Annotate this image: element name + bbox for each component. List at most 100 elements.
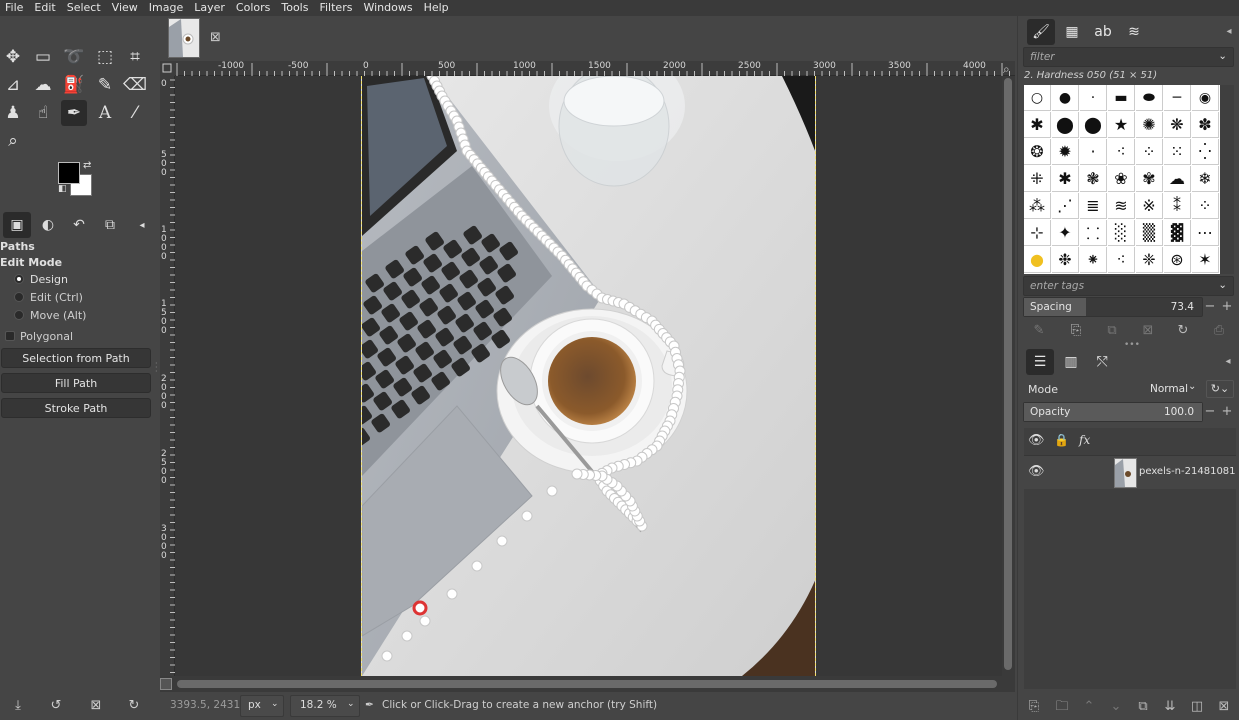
reset-options-icon[interactable]: ↻ xyxy=(124,698,144,716)
eraser-tool-icon[interactable]: ⌫ xyxy=(122,72,148,98)
brush-thumbnail[interactable]: ⁘ xyxy=(1136,139,1163,165)
brush-thumbnail[interactable]: ⁘ xyxy=(1192,193,1219,219)
smudge-tool-icon[interactable]: ☝ xyxy=(30,100,56,126)
brush-thumbnail[interactable]: ▬ xyxy=(1108,85,1135,111)
brush-thumbnail[interactable]: ☁ xyxy=(1164,166,1191,192)
spacing-increase-icon[interactable]: + xyxy=(1220,299,1234,315)
stroke-path-button[interactable]: Stroke Path xyxy=(1,398,151,418)
zoom-tool-icon[interactable]: ⌕ xyxy=(0,128,26,154)
visibility-header-icon[interactable]: 👁 xyxy=(1028,433,1045,448)
device-status-tab-icon[interactable]: ◐ xyxy=(34,212,62,238)
reset-colors-icon[interactable]: ◧ xyxy=(58,184,67,194)
rect-select-tool-icon[interactable]: ▭ xyxy=(30,44,56,70)
image-tab-thumbnail[interactable] xyxy=(168,18,200,58)
menu-select[interactable]: Select xyxy=(62,0,107,16)
brush-thumbnail[interactable]: ◉ xyxy=(1192,85,1219,111)
brush-thumbnail[interactable]: ❂ xyxy=(1024,139,1051,165)
brush-thumbnail[interactable]: ⁜ xyxy=(1024,166,1051,192)
brush-grid[interactable]: ○ ● · ▬ ⬬ ─ ◉ ✱ ⬤ ⬤ ★ ✺ ❋ ✽ ❂ ✹ · ⁖ ⁘ ⁙ ⁛ ⁜ ✱ ❃ ❀ ✾ ☁ ❄ ⁂ ⋰ ≣ ≋ ※ ⁑ ⁘ ⊹ ✦ ⸬ ░ ▒… xyxy=(1024,85,1220,274)
brush-thumbnail[interactable]: ✱ xyxy=(1052,166,1079,192)
brush-thumbnail[interactable]: ❉ xyxy=(1052,247,1079,273)
brush-thumbnail[interactable]: ⸬ xyxy=(1080,220,1107,246)
bucket-fill-tool-icon[interactable]: ⛽ xyxy=(61,72,87,98)
brush-thumbnail[interactable]: ✺ xyxy=(1136,112,1163,138)
brush-filter-input[interactable]: filter ⌄ xyxy=(1023,47,1234,67)
brushes-tab-icon[interactable]: 🖌 xyxy=(1027,19,1055,45)
brush-thumbnail[interactable]: ▓ xyxy=(1164,220,1191,246)
brush-thumbnail[interactable]: ※ xyxy=(1136,193,1163,219)
menu-file[interactable]: File xyxy=(0,0,29,16)
new-layer-icon[interactable]: ⎘ xyxy=(1024,697,1044,717)
transform-tool-icon[interactable]: ⊿ xyxy=(0,72,26,98)
brush-thumbnail[interactable]: ● xyxy=(1052,85,1079,111)
brush-thumbnail[interactable]: ⁑ xyxy=(1164,193,1191,219)
brush-thumbnail[interactable]: ⊛ xyxy=(1164,247,1191,273)
open-brush-as-image-icon[interactable]: ⎙ xyxy=(1209,321,1229,341)
spacing-decrease-icon[interactable]: − xyxy=(1203,299,1217,315)
brush-thumbnail[interactable]: ✽ xyxy=(1192,112,1219,138)
swap-colors-icon[interactable]: ⇄ xyxy=(83,160,91,171)
brush-thumbnail[interactable]: ✶ xyxy=(1192,247,1219,273)
menu-tools[interactable]: Tools xyxy=(276,0,314,16)
foreground-color-swatch[interactable] xyxy=(58,162,80,184)
channels-tab-icon[interactable]: ▥ xyxy=(1057,349,1085,375)
save-options-icon[interactable]: ⤓ xyxy=(8,698,28,716)
brush-thumbnail[interactable]: ⬤ xyxy=(1052,112,1079,138)
layer-mask-icon[interactable]: ◫ xyxy=(1187,697,1207,717)
delete-options-icon[interactable]: ⊠ xyxy=(86,698,106,716)
delete-layer-icon[interactable]: ⊠ xyxy=(1214,697,1234,717)
brush-thumbnail[interactable]: · xyxy=(1080,85,1107,111)
brush-thumbnail[interactable]: ⁂ xyxy=(1024,193,1051,219)
duplicate-brush-icon[interactable]: ⧉ xyxy=(1102,321,1122,341)
brush-thumbnail[interactable]: ≋ xyxy=(1108,193,1135,219)
images-tab-icon[interactable]: ⧉ xyxy=(96,212,124,238)
warp-tool-icon[interactable]: ☁ xyxy=(30,72,56,98)
clone-tool-icon[interactable]: ♟ xyxy=(0,100,26,126)
menu-image[interactable]: Image xyxy=(144,0,189,16)
raise-layer-icon[interactable]: ⌃ xyxy=(1079,697,1099,717)
fg-bg-colors[interactable]: ⇄ ◧ xyxy=(58,160,96,198)
brush-thumbnail[interactable]: ✾ xyxy=(1136,166,1163,192)
left-splitter[interactable]: · · · xyxy=(155,360,159,376)
color-picker-tool-icon[interactable]: ⁄ xyxy=(122,100,148,126)
brush-thumbnail[interactable]: · xyxy=(1080,139,1107,165)
menu-colors[interactable]: Colors xyxy=(231,0,276,16)
brush-thumbnail[interactable]: ❋ xyxy=(1164,112,1191,138)
brush-thumbnail[interactable]: ⊹ xyxy=(1024,220,1051,246)
free-select-tool-icon[interactable]: ➰ xyxy=(61,44,87,70)
dock-splitter[interactable]: ••• xyxy=(1124,340,1140,350)
brush-thumbnail[interactable]: ❈ xyxy=(1136,247,1163,273)
undo-history-tab-icon[interactable]: ↶ xyxy=(65,212,93,238)
document-history-tab-icon[interactable]: ≋ xyxy=(1120,19,1148,45)
layer-visibility-icon[interactable]: 👁 xyxy=(1028,464,1045,479)
paths-tool-icon[interactable]: ✒ xyxy=(61,100,87,126)
unit-select[interactable]: px ⌄ xyxy=(240,695,284,717)
layer-mode-select[interactable]: Normal ⌄ xyxy=(1142,379,1202,399)
brush-thumbnail[interactable]: ❃ xyxy=(1080,166,1107,192)
brush-thumbnail[interactable]: ✹ xyxy=(1052,139,1079,165)
image-layer-photo[interactable] xyxy=(361,76,816,676)
tool-options-tab-icon[interactable]: ▣ xyxy=(3,212,31,238)
edit-mode-radio[interactable] xyxy=(14,292,24,302)
brush-thumbnail[interactable]: ⬤ xyxy=(1080,112,1107,138)
brush-thumbnail[interactable]: ⁕ xyxy=(1080,247,1107,273)
horizontal-scroll-thumb[interactable] xyxy=(177,680,997,688)
brush-thumbnail[interactable]: ⁖ xyxy=(1108,247,1135,273)
new-layer-group-icon[interactable]: 🗀 xyxy=(1052,697,1072,717)
zoom-toggle-icon[interactable]: ⌕ xyxy=(1003,62,1010,77)
menu-windows[interactable]: Windows xyxy=(358,0,418,16)
opacity-increase-icon[interactable]: + xyxy=(1220,404,1234,420)
opacity-decrease-icon[interactable]: − xyxy=(1203,404,1217,420)
brush-thumbnail[interactable]: ○ xyxy=(1024,85,1051,111)
image-canvas[interactable] xyxy=(175,76,1002,676)
merge-layer-icon[interactable]: ⇊ xyxy=(1160,697,1180,717)
brush-thumbnail[interactable]: ⋰ xyxy=(1052,193,1079,219)
chevron-down-icon[interactable]: ⌄ xyxy=(1218,279,1227,291)
delete-brush-icon[interactable]: ⊠ xyxy=(1138,321,1158,341)
brush-thumbnail[interactable]: ★ xyxy=(1108,112,1135,138)
ruler-corner-icon[interactable] xyxy=(160,61,175,76)
brush-thumbnail[interactable]: ❀ xyxy=(1108,166,1135,192)
duplicate-layer-icon[interactable]: ⧉ xyxy=(1133,697,1153,717)
brush-thumbnail[interactable]: ⋯ xyxy=(1192,220,1219,246)
configure-tab-icon[interactable]: ◂ xyxy=(128,212,156,238)
